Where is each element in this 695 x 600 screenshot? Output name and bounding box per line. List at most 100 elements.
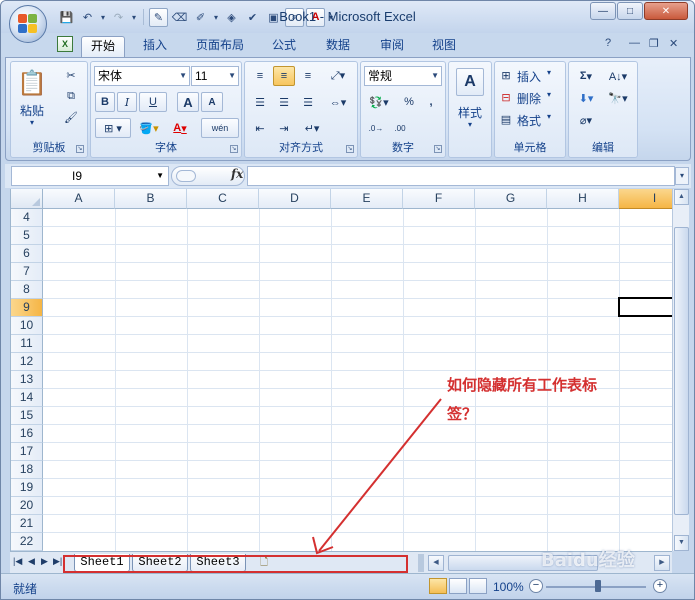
grow-font-button[interactable]: A — [177, 92, 199, 112]
insert-cells-button[interactable]: 插入 — [517, 68, 541, 85]
tab-view[interactable]: 视图 — [423, 36, 465, 57]
row-header[interactable]: 20 — [11, 497, 43, 515]
styles-button[interactable]: 样式 — [449, 104, 491, 121]
row-header[interactable]: 4 — [11, 209, 43, 227]
percent-style-button[interactable]: % — [399, 92, 419, 112]
merge-center-icon[interactable]: ⇔▾ — [323, 92, 353, 112]
normal-view-icon[interactable] — [429, 578, 447, 594]
cut-icon[interactable]: ✂ — [61, 66, 81, 84]
align-top-icon[interactable]: ≡ — [249, 66, 271, 86]
font-size-select[interactable]: 11 ▼ — [191, 66, 239, 86]
autosum-button[interactable]: Σ ▾ — [573, 66, 599, 86]
next-sheet-icon[interactable]: ▶ — [41, 556, 48, 567]
name-box[interactable]: I9 ▼ — [11, 166, 169, 186]
chevron-down-icon[interactable]: ▾ — [547, 68, 551, 77]
row-header[interactable]: 15 — [11, 407, 43, 425]
dialog-launcher-icon[interactable]: ↘ — [76, 145, 84, 153]
scroll-down-icon[interactable]: ▼ — [674, 535, 689, 551]
row-header[interactable]: 8 — [11, 281, 43, 299]
increase-decimal-icon[interactable]: .0→ — [365, 118, 387, 138]
format-cells-button[interactable]: 格式 — [517, 112, 541, 129]
row-header[interactable]: 14 — [11, 389, 43, 407]
chevron-down-icon[interactable]: ▾ — [547, 90, 551, 99]
paste-button[interactable]: 粘贴 — [11, 102, 53, 119]
align-bottom-icon[interactable]: ≡ — [297, 66, 319, 86]
formula-input[interactable] — [247, 166, 675, 186]
minimize-button[interactable]: — — [590, 2, 616, 20]
doc-restore-icon[interactable]: ❐ — [649, 37, 659, 50]
column-header[interactable]: H — [547, 189, 619, 209]
vertical-scrollbar[interactable]: ▲ ▼ — [672, 189, 689, 551]
row-header[interactable]: 19 — [11, 479, 43, 497]
borders-icon[interactable]: ⊞ ▾ — [95, 118, 131, 138]
align-left-icon[interactable]: ☰ — [249, 92, 271, 112]
bold-button[interactable]: B — [95, 92, 115, 112]
row-header[interactable]: 10 — [11, 317, 43, 335]
column-header[interactable]: A — [43, 189, 115, 209]
last-sheet-icon[interactable]: ▶| — [53, 556, 62, 567]
find-select-icon[interactable]: 🔭▾ — [603, 88, 633, 108]
fill-color-icon[interactable]: 🪣▾ — [135, 118, 163, 138]
insert-cells-icon[interactable]: ⊞ — [499, 66, 513, 84]
styles-icon[interactable]: A — [456, 68, 484, 96]
chevron-down-icon[interactable]: ▾ — [547, 112, 551, 121]
delete-cells-button[interactable]: 删除 — [517, 90, 541, 107]
row-header[interactable]: 17 — [11, 443, 43, 461]
accounting-format-icon[interactable]: 💱▾ — [365, 92, 393, 112]
worksheet-grid[interactable]: A B C D E F G H I 4 5 6 7 8 9 10 11 12 1… — [10, 189, 672, 551]
clear-icon[interactable]: ⌀▾ — [573, 110, 599, 130]
doc-minimize-icon[interactable]: — — [629, 37, 640, 49]
row-header[interactable]: 18 — [11, 461, 43, 479]
chevron-down-icon[interactable]: ▼ — [156, 167, 164, 185]
tab-data[interactable]: 数据 — [317, 36, 359, 57]
dialog-launcher-icon[interactable]: ↘ — [434, 145, 442, 153]
row-header[interactable]: 22 — [11, 533, 43, 551]
copy-icon[interactable]: ⧉ — [61, 87, 81, 105]
column-header[interactable]: B — [115, 189, 187, 209]
align-right-icon[interactable]: ☰ — [297, 92, 319, 112]
page-break-view-icon[interactable] — [469, 578, 487, 594]
row-header[interactable]: 21 — [11, 515, 43, 533]
help-icon[interactable]: ? — [605, 37, 611, 49]
scroll-thumb[interactable] — [674, 227, 689, 515]
column-header[interactable]: D — [259, 189, 331, 209]
column-header-selected[interactable]: I — [619, 189, 672, 209]
select-all-button[interactable] — [11, 189, 43, 209]
paste-icon[interactable]: 📋 — [17, 66, 47, 100]
decrease-indent-icon[interactable]: ⇤ — [249, 118, 271, 138]
column-header[interactable]: C — [187, 189, 259, 209]
row-header[interactable]: 11 — [11, 335, 43, 353]
expand-formula-bar-icon[interactable]: ▾ — [675, 167, 689, 185]
prev-sheet-icon[interactable]: ◀ — [28, 556, 35, 567]
tab-split-handle[interactable] — [418, 554, 424, 572]
row-header[interactable]: 13 — [11, 371, 43, 389]
active-cell[interactable] — [618, 297, 672, 317]
tab-page-layout[interactable]: 页面布局 — [189, 36, 251, 57]
tab-review[interactable]: 审阅 — [371, 36, 413, 57]
excel-doc-icon[interactable]: X — [57, 36, 73, 52]
expand-icon[interactable] — [176, 170, 196, 182]
zoom-out-icon[interactable]: − — [529, 579, 543, 593]
insert-function-button[interactable]: fx — [231, 167, 243, 181]
scroll-left-icon[interactable]: ◀ — [428, 555, 444, 571]
shrink-font-button[interactable]: A — [201, 92, 223, 112]
zoom-in-icon[interactable]: + — [653, 579, 667, 593]
tab-insert[interactable]: 插入 — [135, 36, 175, 57]
office-button[interactable] — [9, 5, 47, 43]
row-header[interactable]: 7 — [11, 263, 43, 281]
font-color-button[interactable]: A ▾ — [165, 118, 195, 138]
column-header[interactable]: F — [403, 189, 475, 209]
format-painter-icon[interactable]: 🖌 — [61, 108, 81, 126]
phonetic-guide-button[interactable]: wén — [201, 118, 239, 138]
delete-cells-icon[interactable]: ⊟ — [499, 88, 513, 106]
zoom-level[interactable]: 100% — [493, 580, 524, 594]
format-cells-icon[interactable]: ▤ — [499, 110, 513, 128]
tab-formulas[interactable]: 公式 — [263, 36, 305, 57]
close-button[interactable]: ✕ — [644, 2, 688, 20]
row-header[interactable]: 12 — [11, 353, 43, 371]
row-header[interactable]: 16 — [11, 425, 43, 443]
dialog-launcher-icon[interactable]: ↘ — [346, 145, 354, 153]
dialog-launcher-icon[interactable]: ↘ — [230, 145, 238, 153]
decrease-decimal-icon[interactable]: .00 — [389, 118, 411, 138]
tab-home[interactable]: 开始 — [81, 36, 125, 57]
